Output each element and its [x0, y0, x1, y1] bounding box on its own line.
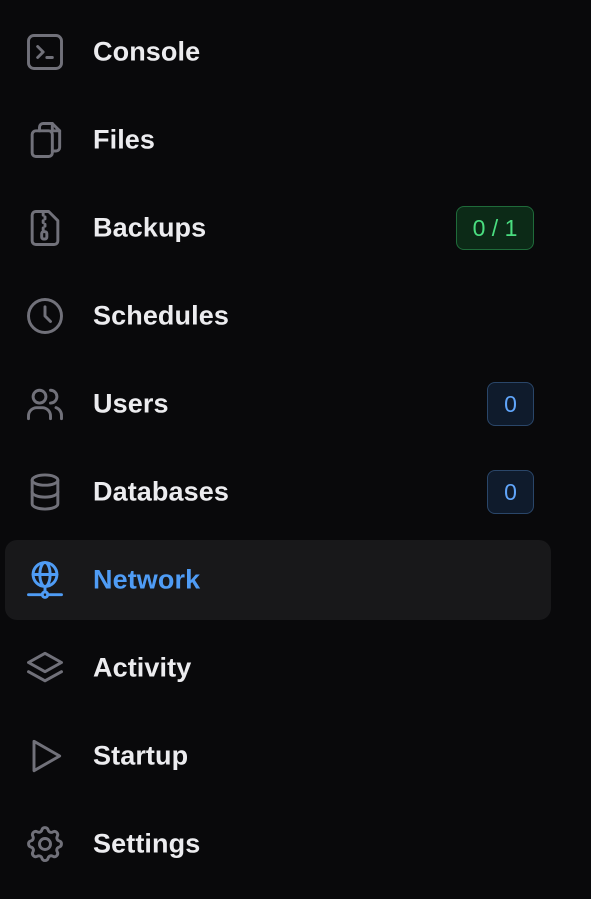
- sidebar-item-label: Databases: [93, 476, 229, 507]
- play-icon: [23, 734, 67, 778]
- backups-count-badge: 0 / 1: [456, 206, 534, 250]
- sidebar-item-label: Startup: [93, 740, 189, 771]
- sidebar-item-label: Backups: [93, 212, 207, 243]
- sidebar-item-console[interactable]: Console: [5, 12, 551, 92]
- sidebar-item-label: Network: [93, 564, 201, 595]
- users-icon: [23, 382, 67, 426]
- sidebar-item-startup[interactable]: Startup: [5, 716, 551, 796]
- terminal-icon: [23, 30, 67, 74]
- network-icon: [23, 558, 67, 602]
- sidebar-item-files[interactable]: Files: [5, 100, 551, 180]
- sidebar-item-network[interactable]: Network: [5, 540, 551, 620]
- sidebar-item-settings[interactable]: Settings: [5, 804, 551, 884]
- sidebar-item-label: Users: [93, 388, 169, 419]
- databases-count-badge: 0: [487, 470, 534, 514]
- layers-icon: [23, 646, 67, 690]
- users-count-badge: 0: [487, 382, 534, 426]
- sidebar-item-label: Files: [93, 124, 156, 155]
- sidebar-item-label: Activity: [93, 652, 192, 683]
- sidebar-item-label: Console: [93, 36, 201, 67]
- gear-icon: [23, 822, 67, 866]
- sidebar-item-activity[interactable]: Activity: [5, 628, 551, 708]
- database-icon: [23, 470, 67, 514]
- sidebar-item-backups[interactable]: Backups 0 / 1: [5, 188, 551, 268]
- sidebar-item-label: Settings: [93, 828, 201, 859]
- sidebar-item-schedules[interactable]: Schedules: [5, 276, 551, 356]
- archive-icon: [23, 206, 67, 250]
- sidebar-item-label: Schedules: [93, 300, 229, 331]
- files-icon: [23, 118, 67, 162]
- clock-icon: [23, 294, 67, 338]
- server-sidebar: Console Files Backups 0 / 1 Schedules Us…: [0, 0, 591, 899]
- sidebar-item-databases[interactable]: Databases 0: [5, 452, 551, 532]
- sidebar-item-users[interactable]: Users 0: [5, 364, 551, 444]
